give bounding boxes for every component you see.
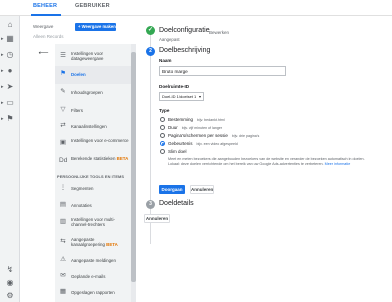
cart-icon: ▣ xyxy=(59,139,67,146)
step-connector-line xyxy=(150,32,151,244)
view-selector[interactable]: Alleen Records xyxy=(33,34,64,39)
nav-item-goals[interactable]: ⚑ Doelen xyxy=(55,66,131,84)
radio-button[interactable] xyxy=(160,149,165,154)
continue-button[interactable]: Doorgaan xyxy=(159,185,185,194)
filter-icon: ▽ xyxy=(60,106,66,113)
nav-scrollbar-thumb[interactable] xyxy=(131,52,136,282)
nav-item-view-settings[interactable]: ☰ Instellingen voor datageweergave xyxy=(55,48,131,66)
nav-item-label: Instellingen voor e-commerce xyxy=(71,138,129,143)
home-icon[interactable]: ⌂ xyxy=(5,20,15,30)
nav-item-custom-channel-grouping[interactable]: ⇆ Aangepaste kanaalgroepering BETA xyxy=(55,234,131,252)
type-label: Type xyxy=(159,108,170,113)
left-rail: ⌂ ▸ ▦ ▸ ◷ ▸ ● ▸ ➤ ▸ ▭ ▸ ⚑ ↯ ◉ ⚙ xyxy=(0,16,20,302)
audience-person-icon[interactable]: ● xyxy=(5,66,15,76)
goal-slot-dropdown[interactable]: Doel-ID 1/doelset 1 ▾ xyxy=(159,92,204,101)
segments-icon: ⋮ xyxy=(59,184,67,191)
nav-item-label: Berekende statistieken BETA xyxy=(71,156,129,161)
annotation-icon: ▤ xyxy=(59,201,67,208)
dropdown-caret-icon: ▾ xyxy=(198,94,201,99)
nav-item-annotations[interactable]: ▤ Annotaties xyxy=(55,197,131,215)
step3-number: 3 xyxy=(146,200,155,209)
nav-item-label: Segmenten xyxy=(71,186,94,191)
radio-button-selected[interactable] xyxy=(160,141,165,146)
nav-item-saved-reports[interactable]: ▦ Opgeslagen rapporten xyxy=(55,284,131,302)
expand-chevron-icon[interactable]: ▸ xyxy=(1,100,4,106)
goal-slot-value: Doel-ID 1/doelset 1 xyxy=(162,94,197,99)
step1-title: Doelconfiguratie xyxy=(159,27,210,34)
nav-item-ecommerce[interactable]: ▣ Instellingen voor e-commerce xyxy=(55,135,131,153)
admin-gear-icon[interactable]: ⚙ xyxy=(5,291,15,301)
nav-item-label: Inhoudsgroepen xyxy=(71,90,103,95)
step3-title: Doeldetails xyxy=(159,200,194,207)
expand-chevron-icon[interactable]: ▸ xyxy=(1,116,4,122)
tab-beheer[interactable]: BEHEER xyxy=(33,3,57,9)
nav-item-label: Filters xyxy=(71,108,83,113)
attribution-icon[interactable]: ↯ xyxy=(5,265,15,275)
personal-tools-header: PERSOONLIJKE TOOLS EN ITEMS xyxy=(57,174,125,179)
cancel-goal-button[interactable]: Annuleren xyxy=(144,214,170,223)
content-group-icon: ✎ xyxy=(60,88,66,95)
learn-more-link[interactable]: Meer informatie xyxy=(325,162,351,166)
view-label: Weergave xyxy=(33,24,54,29)
nav-item-label: Annotaties xyxy=(71,203,92,208)
expand-chevron-icon[interactable]: ▸ xyxy=(1,36,4,42)
add-view-button[interactable]: + Weergave maken xyxy=(75,23,116,31)
nav-item-label: Doelen xyxy=(71,72,86,77)
email-icon: ✉ xyxy=(60,272,66,279)
type-option-label: Duur bijv. vijf minuten of langer xyxy=(168,124,223,130)
nav-item-segments[interactable]: ⋮ Segmenten xyxy=(55,180,131,198)
nav-item-multichannel-funnels[interactable]: ▥ Instellingen voor multi-channel-trecht… xyxy=(55,214,131,232)
type-option-label: Pagina's/schermen per sessie bijv. drie p… xyxy=(168,132,260,138)
calculator-icon: Dd xyxy=(59,157,68,164)
channel-icon: ⇄ xyxy=(60,122,66,129)
nav-item-label: Aangepaste kanaalgroepering BETA xyxy=(71,237,118,248)
expand-chevron-icon[interactable]: ▸ xyxy=(1,84,4,90)
step-complete-check-icon: ✓ xyxy=(146,26,155,35)
alert-icon: ⚠ xyxy=(60,256,66,263)
settings-icon: ☰ xyxy=(60,52,66,59)
top-tab-bar: BEHEER GEBRUIKER xyxy=(0,0,392,16)
smart-goal-info: Meet en meten bezoekers die aangebouden … xyxy=(168,157,365,166)
nav-item-label: Instellingen voor datageweergave xyxy=(71,51,104,62)
nav-item-label: Geplande e-mails xyxy=(71,274,106,279)
type-option-label: Slim doel xyxy=(168,148,187,154)
expand-chevron-icon[interactable]: ▸ xyxy=(1,68,4,74)
radio-button[interactable] xyxy=(160,125,165,130)
nav-item-calculated-metrics[interactable]: Dd Berekende statistieken BETA xyxy=(55,153,131,171)
bar-chart-icon: ▥ xyxy=(59,218,67,225)
realtime-clock-icon[interactable]: ◷ xyxy=(5,50,15,60)
goal-slot-label: Doelruimte-ID xyxy=(159,84,190,89)
nav-item-label: Instellingen voor multi-channel-trechter… xyxy=(71,217,115,228)
name-label: Naam xyxy=(159,58,172,63)
nav-item-channel-settings[interactable]: ⇄ Kanaalinstellingen xyxy=(55,118,131,136)
step2-number: 2 xyxy=(146,47,155,56)
radio-button[interactable] xyxy=(160,133,165,138)
nav-item-label: Opgeslagen rapporten xyxy=(71,290,115,295)
discover-bulb-icon[interactable]: ◉ xyxy=(5,278,15,288)
step1-edit-link[interactable]: Bewerken xyxy=(209,30,229,35)
report-icon: ▦ xyxy=(59,288,67,295)
type-option-label: Bestemming bijv. bedankt.html xyxy=(168,116,225,122)
behavior-icon[interactable]: ▭ xyxy=(5,98,15,108)
radio-button[interactable] xyxy=(160,117,165,122)
flag-icon: ⚑ xyxy=(60,70,66,77)
goal-name-input[interactable] xyxy=(159,66,286,76)
back-arrow-icon[interactable]: ⟵ xyxy=(38,50,49,58)
acquisition-icon[interactable]: ➤ xyxy=(5,82,15,92)
step1-summary: Aangepast xyxy=(159,37,180,42)
cancel-button[interactable]: Annuleren xyxy=(190,185,214,194)
customization-icon[interactable]: ▦ xyxy=(5,34,15,44)
tab-gebruiker[interactable]: GEBRUIKER xyxy=(75,3,110,9)
type-option-label: Gebeurtenis bijv. een video afgespeeld xyxy=(168,140,238,146)
nav-item-content-groups[interactable]: ✎ Inhoudsgroepen xyxy=(55,84,131,102)
channel-group-icon: ⇆ xyxy=(60,238,66,245)
expand-chevron-icon[interactable]: ▸ xyxy=(1,52,4,58)
step2-title: Doelbeschrijving xyxy=(159,47,211,54)
nav-item-label: Aangepaste meldingen xyxy=(71,258,116,263)
nav-item-label: Kanaalinstellingen xyxy=(71,124,107,129)
conversions-flag-icon[interactable]: ⚑ xyxy=(5,114,15,124)
